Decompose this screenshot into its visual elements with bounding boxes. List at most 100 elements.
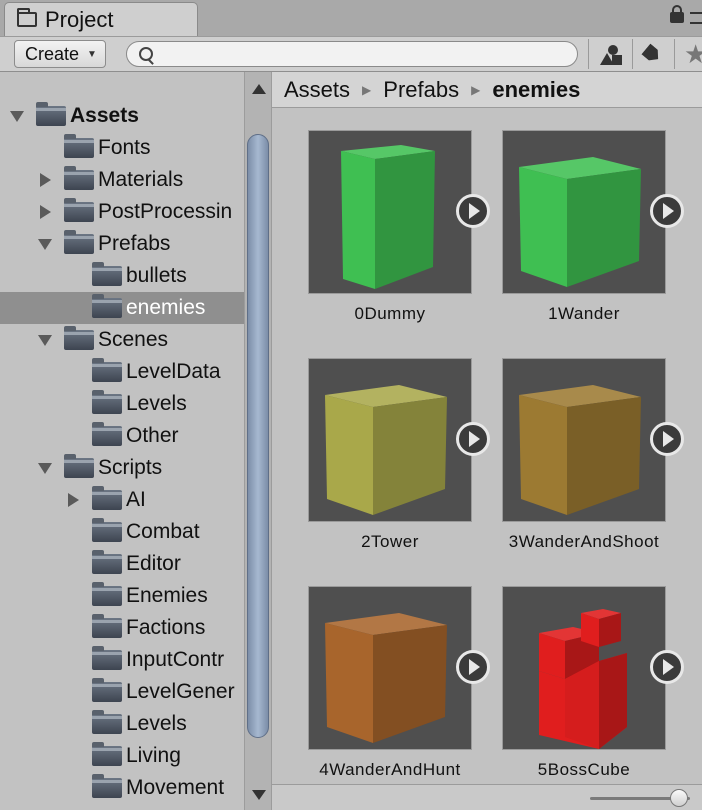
tree-item[interactable]: LevelGener (0, 676, 244, 708)
expand-down-arrow-icon[interactable] (38, 335, 52, 346)
prefab-name: 1Wander (548, 304, 620, 323)
tree-scrollbar[interactable] (244, 72, 272, 810)
tab-label: Project (45, 6, 114, 32)
prefab-asset[interactable]: 2Tower (272, 336, 490, 556)
expand-down-arrow-icon[interactable] (38, 463, 52, 474)
search-field[interactable] (126, 41, 578, 67)
tree-item[interactable]: Fonts (0, 132, 244, 164)
expand-prefab-play-icon[interactable] (650, 422, 684, 456)
tree-item-label: Living (126, 744, 181, 767)
tree-item-label: InputContr (126, 648, 225, 671)
folder-icon (92, 294, 122, 318)
asset-grid: 0Dummy 1Wander 2Tower 3WanderAndShoot 4Wande… (272, 108, 702, 784)
tree-item[interactable]: Levels (0, 708, 244, 740)
tree-item[interactable]: PostProcessin (0, 196, 244, 228)
folder-icon (92, 678, 122, 702)
toolbar-separator (674, 39, 675, 69)
tag-icon[interactable] (641, 43, 662, 64)
lock-icon[interactable] (670, 5, 684, 23)
scroll-down-arrow-icon[interactable] (252, 790, 266, 800)
folder-icon (92, 358, 122, 382)
expand-down-arrow-icon[interactable] (10, 111, 24, 122)
tree-item-label: Materials (98, 168, 184, 191)
tree-item-label: LevelData (126, 360, 221, 383)
tree-item[interactable]: Scenes (0, 324, 244, 356)
cube-preview-icon (325, 385, 447, 515)
search-icon (139, 47, 153, 61)
dropdown-caret-icon: ▼ (87, 48, 97, 60)
tab-project[interactable]: Project (4, 2, 198, 36)
prefab-asset[interactable]: 3WanderAndShoot (466, 336, 684, 556)
tree-item[interactable]: Materials (0, 164, 244, 196)
prefab-thumbnail[interactable] (308, 586, 472, 750)
prefab-thumbnail[interactable] (308, 130, 472, 294)
prefab-name: 5BossCube (537, 760, 631, 779)
scroll-thumb[interactable] (247, 134, 269, 738)
tree-item[interactable]: LevelData (0, 356, 244, 388)
tree-item[interactable]: Factions (0, 612, 244, 644)
tree-item-label: Combat (126, 520, 200, 543)
breadcrumb-separator-icon: ▶ (362, 82, 372, 97)
expand-prefab-play-icon[interactable] (650, 194, 684, 228)
tree-item[interactable]: Editor (0, 548, 244, 580)
icon-size-slider-knob[interactable] (670, 789, 688, 807)
prefab-name: 4WanderAndHunt (319, 760, 461, 779)
folder-icon (92, 518, 122, 542)
panel-menu-icon[interactable] (690, 12, 702, 24)
tree-item[interactable]: Living (0, 740, 244, 772)
prefab-thumbnail[interactable] (502, 358, 666, 522)
prefab-thumbnail[interactable] (502, 586, 666, 750)
bottom-bar (272, 784, 702, 810)
tree-item[interactable]: bullets (0, 260, 244, 292)
tree-item-label: bullets (126, 264, 187, 287)
tree-item[interactable]: Enemies (0, 580, 244, 612)
tree-item[interactable]: Other (0, 420, 244, 452)
scroll-up-arrow-icon[interactable] (252, 84, 266, 94)
expand-right-arrow-icon[interactable] (40, 173, 51, 187)
tree-item-label: Assets (70, 104, 139, 127)
filter-by-type-icon[interactable] (600, 45, 622, 65)
prefab-thumbnail[interactable] (308, 358, 472, 522)
tree-item-label: Other (126, 424, 179, 447)
expand-right-arrow-icon[interactable] (40, 205, 51, 219)
search-input[interactable] (157, 44, 571, 66)
prefab-asset[interactable]: 0Dummy (272, 108, 490, 328)
expand-down-arrow-icon[interactable] (38, 239, 52, 250)
folder-icon (64, 198, 94, 222)
expand-prefab-play-icon[interactable] (650, 650, 684, 684)
folder-icon (92, 742, 122, 766)
tree-item[interactable]: Scripts (0, 452, 244, 484)
breadcrumb-item[interactable]: Assets (284, 77, 350, 103)
prefab-asset[interactable]: 5BossCube (466, 564, 684, 784)
tree-item[interactable]: Assets (0, 100, 244, 132)
tree-item-label: Fonts (98, 136, 151, 159)
tree-item-label: Movement (126, 776, 225, 799)
folder-icon (92, 422, 122, 446)
cube-preview-icon (519, 157, 641, 287)
tree-item[interactable]: Levels (0, 388, 244, 420)
folder-icon (64, 230, 94, 254)
toolbar-separator (632, 39, 633, 69)
tree-item-label: AI (126, 488, 146, 511)
prefab-asset[interactable]: 4WanderAndHunt (272, 564, 490, 784)
breadcrumb-item[interactable]: Prefabs (383, 77, 459, 103)
tree-item-label: LevelGener (126, 680, 235, 703)
folder-icon (64, 326, 94, 350)
breadcrumb-item[interactable]: enemies (492, 77, 580, 103)
folder-icon (92, 582, 122, 606)
star-icon[interactable]: ★ (684, 39, 702, 70)
breadcrumb: Assets ▶ Prefabs ▶ enemies (272, 72, 702, 108)
tree-item[interactable]: enemies (0, 292, 244, 324)
tree-item[interactable]: Combat (0, 516, 244, 548)
tree-item[interactable]: Movement (0, 772, 244, 804)
cube-preview-icon (539, 609, 627, 749)
folder-icon (92, 774, 122, 798)
expand-right-arrow-icon[interactable] (68, 493, 79, 507)
create-button[interactable]: Create ▼ (14, 40, 106, 68)
tree-item[interactable]: AI (0, 484, 244, 516)
tree-item[interactable]: InputContr (0, 644, 244, 676)
prefab-thumbnail[interactable] (502, 130, 666, 294)
folder-icon (92, 614, 122, 638)
tree-item[interactable]: Prefabs (0, 228, 244, 260)
prefab-asset[interactable]: 1Wander (466, 108, 684, 328)
